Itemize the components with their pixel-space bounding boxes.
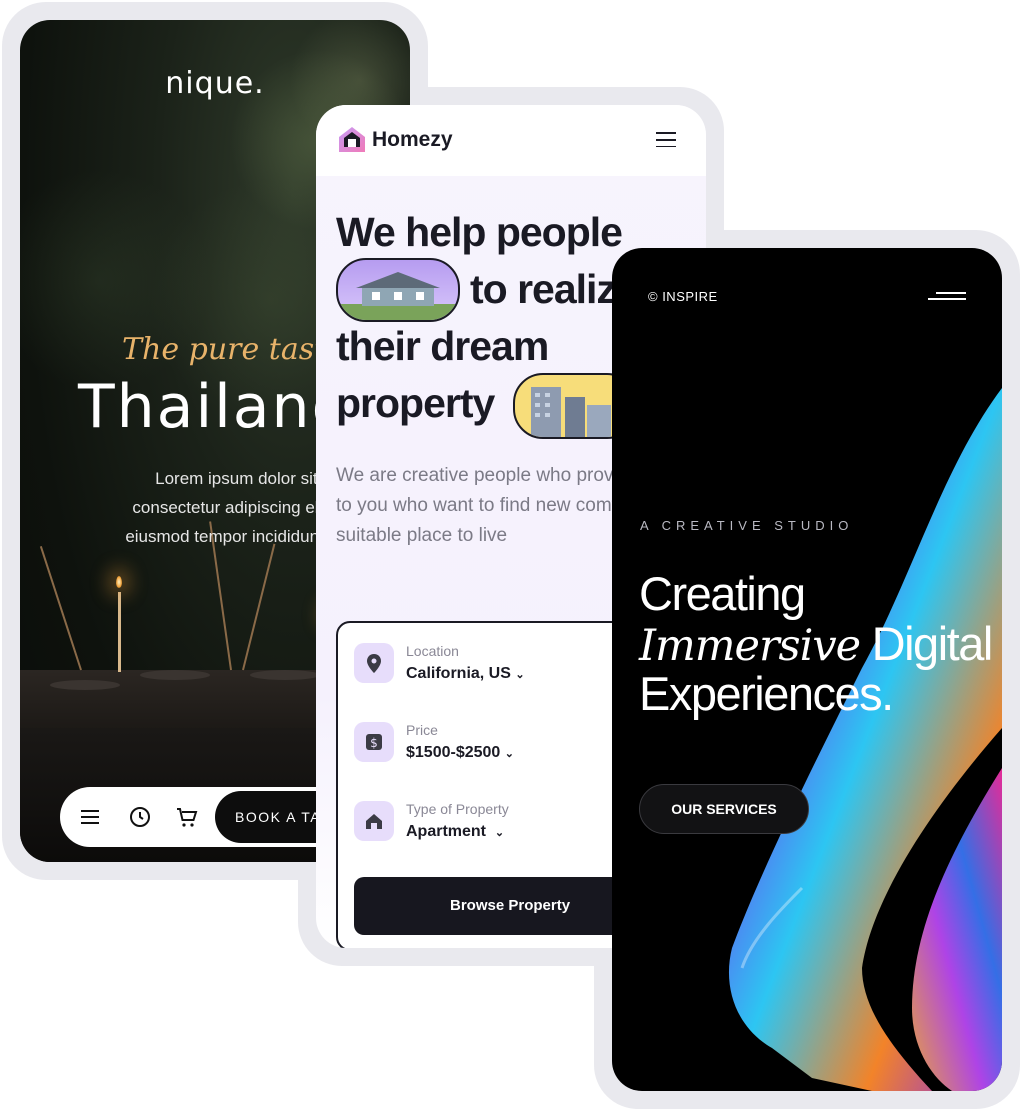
candle	[118, 592, 121, 672]
homezy-header: Homezy	[316, 105, 706, 176]
house-photo-pill	[336, 258, 460, 322]
svg-text:$: $	[370, 736, 378, 750]
nique-logo[interactable]: nique.	[20, 66, 410, 101]
field-value: California, US ⌄	[406, 665, 525, 682]
clock-icon[interactable]	[128, 805, 152, 829]
plate	[140, 670, 210, 680]
chevron-down-icon: ⌄	[515, 669, 525, 681]
field-label: Price	[406, 722, 438, 738]
hero-heading-line: Creating	[639, 567, 806, 620]
field-label: Location	[406, 643, 459, 659]
homezy-brand[interactable]: Homezy	[372, 128, 453, 152]
menu-icon[interactable]	[78, 805, 102, 829]
headline-line: their dream	[336, 323, 549, 369]
hero-heading-line: Experiences.	[639, 667, 894, 720]
field-value: $1500-$2500 ⌄	[406, 744, 514, 761]
homezy-logo-icon[interactable]	[336, 124, 368, 156]
plate	[50, 680, 120, 690]
inspire-logo[interactable]: © INSPIRE	[648, 289, 718, 304]
house-icon	[354, 801, 394, 841]
dollar-icon: $	[354, 722, 394, 762]
hero-heading-word: Digital	[871, 617, 994, 670]
location-pin-icon	[354, 643, 394, 683]
kicker-text: A CREATIVE STUDIO	[640, 518, 854, 533]
headline-line: property	[336, 380, 495, 426]
hero-heading-italic: Immersive	[639, 621, 861, 671]
cart-icon[interactable]	[175, 805, 199, 829]
candle-flame	[116, 576, 122, 588]
field-label: Type of Property	[406, 801, 509, 817]
chevron-down-icon: ⌄	[494, 827, 505, 839]
our-services-button[interactable]: OUR SERVICES	[639, 784, 809, 834]
field-value: Apartment ⌄	[406, 823, 505, 840]
headline-line: We help people	[336, 209, 623, 255]
house-illustration	[338, 272, 458, 320]
menu-icon[interactable]	[928, 292, 966, 302]
chevron-down-icon: ⌄	[504, 748, 514, 760]
plate	[250, 670, 320, 680]
inspire-phone: © INSPIRE A CREATIVE STUDIO Creating Imm…	[612, 248, 1002, 1091]
hero-title: Thailand	[78, 372, 352, 442]
hamburger-menu-icon[interactable]	[656, 132, 676, 148]
hero-heading-line: Immersive Digital	[639, 616, 994, 671]
